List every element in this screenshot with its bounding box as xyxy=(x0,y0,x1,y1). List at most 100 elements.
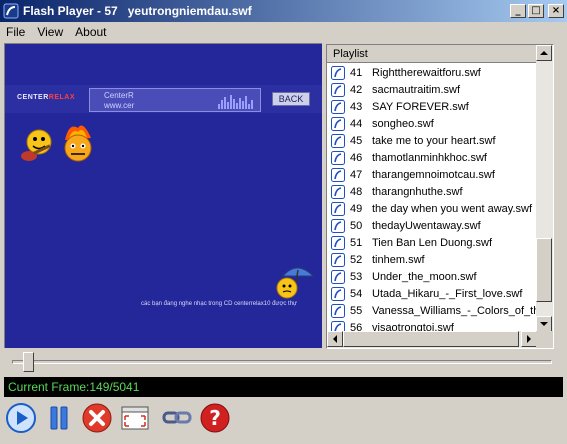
playlist-panel[interactable]: Playlist 41 Righttherewaitforu.swf 42 sacma… xyxy=(326,44,554,349)
playlist-item-number: 53 xyxy=(350,270,363,283)
playlist-item-name: tinhem.swf xyxy=(372,253,425,266)
flash-file-icon xyxy=(331,133,345,148)
centerrelax-logo: CENTERRELAX xyxy=(17,94,76,101)
playlist-item-number: 42 xyxy=(350,83,363,96)
name-box-line1: CenterR xyxy=(104,91,134,100)
playlist-item-number: 48 xyxy=(350,185,363,198)
playlist-item-number: 43 xyxy=(350,100,363,113)
playlist-item-number: 54 xyxy=(350,287,363,300)
playlist-item[interactable]: 51 Tien Ban Len Duong.swf xyxy=(327,234,538,251)
playlist-item-name: Vanessa_Williams_-_Colors_of_the_ xyxy=(372,304,538,317)
arrow-left-icon xyxy=(333,335,337,343)
stage-message: các bạn đang nghe nhạc trong CD centerre… xyxy=(141,301,298,307)
minimize-button[interactable]: _ xyxy=(510,4,526,18)
play-button[interactable] xyxy=(4,401,38,435)
flash-file-icon xyxy=(331,184,345,199)
stage-name-box: CenterR www.cer xyxy=(89,88,261,112)
menu-bar: File View About xyxy=(0,22,567,41)
fullscreen-button[interactable] xyxy=(118,401,152,435)
maximize-button[interactable]: □ xyxy=(528,4,544,18)
playlist-item[interactable]: 42 sacmautraitim.swf xyxy=(327,81,538,98)
link-icon xyxy=(162,411,192,424)
flash-file-icon xyxy=(331,201,345,216)
arrow-down-icon xyxy=(540,322,548,326)
playlist-item[interactable]: 44 songheo.swf xyxy=(327,115,538,132)
playlist-item-name: Utada_Hikaru_-_First_love.swf xyxy=(372,287,523,300)
window-title: Flash Player - 57 yeutrongniemdau.swf xyxy=(23,4,252,18)
title-bar[interactable]: Flash Player - 57 yeutrongniemdau.swf _ … xyxy=(0,0,567,22)
playlist-item-number: 52 xyxy=(350,253,363,266)
play-icon xyxy=(6,403,36,433)
flash-file-icon xyxy=(331,286,345,301)
help-button[interactable]: ? xyxy=(198,401,232,435)
playlist-item[interactable]: 41 Righttherewaitforu.swf xyxy=(327,64,538,81)
playlist-header[interactable]: Playlist xyxy=(327,45,537,63)
scroll-right-button[interactable] xyxy=(521,331,537,347)
arrow-right-icon xyxy=(527,335,531,343)
stage-back-button[interactable]: BACK xyxy=(272,92,310,106)
playlist-item[interactable]: 53 Under_the_moon.swf xyxy=(327,268,538,285)
flash-file-icon xyxy=(331,82,345,97)
flash-file-icon xyxy=(331,99,345,114)
playlist-item[interactable]: 54 Utada_Hikaru_-_First_love.swf xyxy=(327,285,538,302)
flash-file-icon xyxy=(331,269,345,284)
close-button[interactable]: × xyxy=(548,4,564,18)
playlist-item-number: 46 xyxy=(350,151,363,164)
fire-smiley-icon xyxy=(64,125,92,162)
flash-file-icon xyxy=(331,235,345,250)
playlist-item-number: 44 xyxy=(350,117,363,130)
playlist-item[interactable]: 49 the day when you went away.swf xyxy=(327,200,538,217)
playlist-vertical-scrollbar[interactable] xyxy=(536,45,553,333)
playlist-item[interactable]: 46 thamotlanminhkhoc.swf xyxy=(327,149,538,166)
vertical-scroll-thumb[interactable] xyxy=(536,238,552,302)
scroll-left-button[interactable] xyxy=(327,331,343,347)
umbrella-smiley-icon xyxy=(276,267,315,299)
menu-about[interactable]: About xyxy=(69,25,112,39)
menu-view[interactable]: View xyxy=(31,25,69,39)
playlist-item-name: thedayUwentaway.swf xyxy=(372,219,481,232)
playlist-horizontal-scrollbar[interactable] xyxy=(327,331,538,348)
flash-file-icon xyxy=(331,303,345,318)
playlist-item-number: 49 xyxy=(350,202,363,215)
name-box-line2: www.cer xyxy=(104,101,135,110)
playlist-item-number: 41 xyxy=(350,66,363,79)
playlist-item-name: take me to your heart.swf xyxy=(372,134,496,147)
playlist-item[interactable]: 45 take me to your heart.swf xyxy=(327,132,538,149)
horizontal-scroll-thumb[interactable] xyxy=(343,331,519,347)
menu-file[interactable]: File xyxy=(0,25,31,39)
stop-icon xyxy=(82,403,112,433)
fullscreen-icon xyxy=(121,406,149,430)
playlist-item[interactable]: 48 tharangnhuthe.swf xyxy=(327,183,538,200)
playlist-item-name: Righttherewaitforu.swf xyxy=(372,66,481,79)
playlist-item-name: tharangemnoimotcau.swf xyxy=(372,168,495,181)
playlist-item[interactable]: 43 SAY FOREVER.swf xyxy=(327,98,538,115)
playlist-item-name: songheo.swf xyxy=(372,117,434,130)
flash-file-icon xyxy=(331,167,345,182)
arrow-up-icon xyxy=(540,51,548,55)
playlist-item-number: 50 xyxy=(350,219,363,232)
scroll-up-button[interactable] xyxy=(536,45,552,61)
playlist-item-name: sacmautraitim.swf xyxy=(372,83,461,96)
flash-file-icon xyxy=(331,116,345,131)
scroll-down-button[interactable] xyxy=(536,316,552,332)
playlist-item-name: the day when you went away.swf xyxy=(372,202,532,215)
flash-file-icon xyxy=(331,218,345,233)
seek-thumb[interactable] xyxy=(23,352,35,372)
playlist-item-number: 47 xyxy=(350,168,363,181)
playlist-item[interactable]: 50 thedayUwentaway.swf xyxy=(327,217,538,234)
flash-file-icon xyxy=(331,150,345,165)
pause-icon xyxy=(50,406,68,430)
scroll-corner xyxy=(536,331,553,348)
guitar-smiley-icon xyxy=(21,129,52,161)
stop-button[interactable] xyxy=(80,401,114,435)
playlist-item-number: 55 xyxy=(350,304,363,317)
playlist-item[interactable]: 52 tinhem.swf xyxy=(327,251,538,268)
seek-track[interactable] xyxy=(12,360,552,364)
playlist-item[interactable]: 55 Vanessa_Williams_-_Colors_of_the_ xyxy=(327,302,538,319)
link-button[interactable] xyxy=(160,401,194,435)
pause-button[interactable] xyxy=(42,401,76,435)
playlist-item[interactable]: 47 tharangemnoimotcau.swf xyxy=(327,166,538,183)
flash-player-icon xyxy=(3,3,19,19)
playlist-item-number: 51 xyxy=(350,236,363,249)
flash-stage[interactable]: CENTERRELAX CenterR www.cer BACK các bạn… xyxy=(4,43,322,348)
